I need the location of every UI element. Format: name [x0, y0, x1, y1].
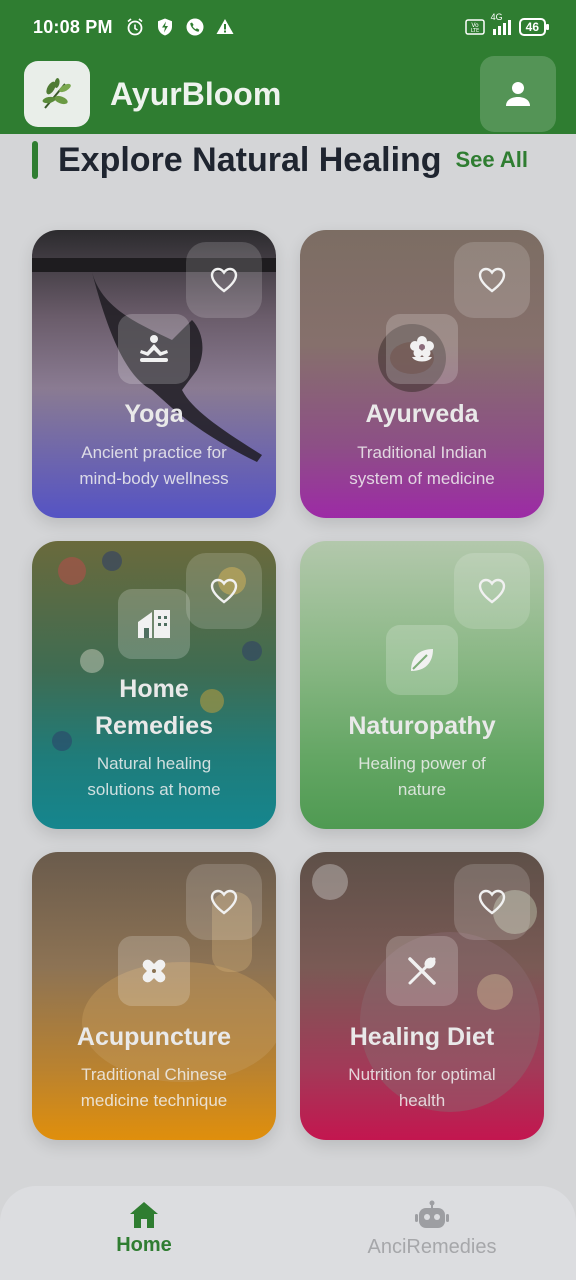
- category-icon-tile: [118, 589, 190, 659]
- category-icon-tile: [118, 314, 190, 384]
- nav-item-home[interactable]: Home: [0, 1186, 288, 1280]
- card-description-line: medicine technique: [80, 1091, 228, 1110]
- category-icon-tile: [386, 314, 458, 384]
- home-icon: [130, 1202, 158, 1228]
- nav-label-home: Home: [116, 1234, 172, 1256]
- card-description-line: Healing power of: [358, 754, 486, 773]
- signal-strength: 4G: [491, 12, 511, 35]
- heart-icon: [210, 267, 238, 293]
- card-description-line: Traditional Chinese: [81, 1065, 227, 1084]
- card-description-line: solutions at home: [87, 780, 221, 799]
- call-icon: [186, 18, 204, 36]
- category-card-yoga[interactable]: Yoga Ancient practice for mind-body well…: [32, 230, 276, 518]
- favorite-button[interactable]: [186, 553, 262, 629]
- favorite-button[interactable]: [454, 553, 530, 629]
- volte-icon: VoLTE: [464, 19, 485, 35]
- herb-leaves-icon: [42, 78, 71, 109]
- heart-icon: [210, 889, 238, 915]
- section-title: Explore Natural Healing: [58, 140, 442, 179]
- card-description-line: system of medicine: [349, 469, 495, 488]
- heart-icon: [478, 578, 506, 604]
- heart-icon: [478, 267, 506, 293]
- robot-icon: [415, 1200, 449, 1228]
- home-icon: [138, 610, 170, 638]
- heart-icon: [210, 578, 238, 604]
- status-system-icons: Vo LTE 4G 46: [464, 12, 550, 37]
- meditation-icon: [140, 335, 168, 362]
- flower-icon: [410, 336, 434, 362]
- app-bar: AyurBloom: [0, 54, 576, 134]
- card-title: Home: [119, 675, 189, 703]
- card-description-line: mind-body wellness: [79, 469, 229, 488]
- section-header: Explore Natural Healing See All: [32, 140, 544, 180]
- category-card-acupuncture[interactable]: Acupuncture Traditional Chinese medicine…: [32, 852, 276, 1140]
- nav-label-anciremedies: AnciRemedies: [367, 1236, 497, 1258]
- svg-text:LTE: LTE: [470, 28, 478, 34]
- nav-item-anciremedies[interactable]: AnciRemedies: [288, 1186, 576, 1280]
- status-bar: 10:08 PM Vo LTE 4G 46: [0, 0, 576, 54]
- section-accent-bar: [32, 141, 38, 179]
- card-title: Acupuncture: [76, 1023, 232, 1051]
- status-notification-icons: [125, 17, 235, 37]
- card-description-line: health: [398, 1091, 446, 1110]
- bandage-icon: [142, 959, 166, 983]
- leaf-icon: [411, 649, 433, 671]
- see-all-link[interactable]: See All: [455, 147, 528, 173]
- card-description-line: Ancient practice for: [81, 443, 227, 462]
- category-icon-tile: [386, 625, 458, 695]
- card-title: Naturopathy: [348, 712, 496, 740]
- card-description-line: Natural healing: [96, 754, 212, 773]
- network-type: 4G: [490, 11, 503, 22]
- utensils-icon: [408, 957, 436, 985]
- warning-icon: [216, 19, 234, 34]
- battery-indicator: 46: [518, 18, 550, 36]
- category-card-healing-diet[interactable]: Healing Diet Nutrition for optimal healt…: [300, 852, 544, 1140]
- shield-bolt-icon: [157, 18, 172, 36]
- card-title: Remedies: [94, 712, 214, 740]
- favorite-button[interactable]: [454, 242, 530, 318]
- category-icon-tile: [118, 936, 190, 1006]
- app-logo: [24, 61, 90, 127]
- app-title: AyurBloom: [110, 75, 282, 112]
- heart-icon: [478, 889, 506, 915]
- card-title: Yoga: [124, 400, 184, 428]
- alarm-icon: [127, 18, 143, 36]
- card-description-line: Nutrition for optimal: [348, 1065, 496, 1084]
- card-title: Healing Diet: [349, 1023, 495, 1051]
- favorite-button[interactable]: [186, 242, 262, 318]
- profile-button[interactable]: [480, 56, 556, 132]
- bottom-navigation: Home AnciRemedies: [0, 1186, 576, 1280]
- favorite-button[interactable]: [454, 864, 530, 940]
- category-icon-tile: [386, 936, 458, 1006]
- card-title: Ayurveda: [365, 400, 479, 428]
- category-card-home-remedies[interactable]: Home Remedies Natural healing solutions …: [32, 541, 276, 829]
- status-time: 10:08 PM: [33, 16, 113, 37]
- favorite-button[interactable]: [186, 864, 262, 940]
- person-icon: [506, 82, 530, 106]
- card-description-line: nature: [397, 780, 447, 799]
- category-card-ayurveda[interactable]: Ayurveda Traditional Indian system of me…: [300, 230, 544, 518]
- category-card-naturopathy[interactable]: Naturopathy Healing power of nature: [300, 541, 544, 829]
- card-description-line: Traditional Indian: [357, 443, 487, 462]
